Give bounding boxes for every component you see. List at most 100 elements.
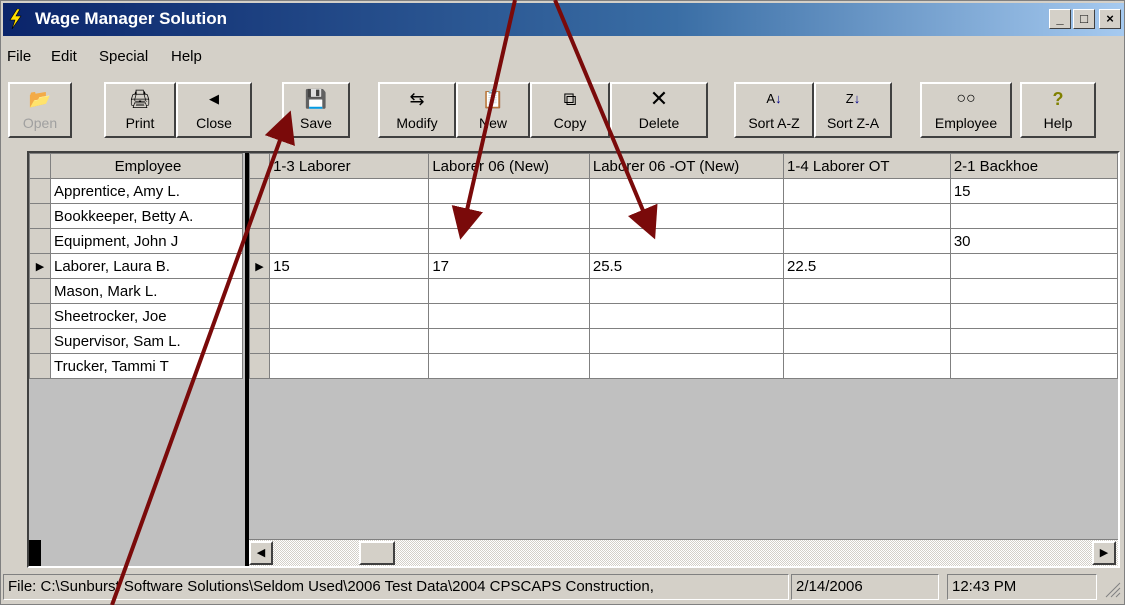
help-button[interactable]: ? Help: [1020, 82, 1096, 138]
menu-special[interactable]: Special: [99, 48, 148, 65]
row-selector[interactable]: [249, 303, 271, 329]
rate-cell[interactable]: [588, 203, 785, 229]
column-header[interactable]: 1-3 Laborer: [269, 153, 430, 179]
rate-cell[interactable]: [428, 203, 590, 229]
rate-cell[interactable]: [428, 228, 590, 254]
row-selector[interactable]: [29, 178, 51, 204]
column-header[interactable]: 1-4 Laborer OT: [783, 153, 951, 179]
row-selector[interactable]: [249, 353, 271, 379]
resize-grip-icon[interactable]: [1103, 580, 1121, 598]
employee-name-cell[interactable]: Equipment, John J: [50, 228, 243, 254]
rate-cell[interactable]: [783, 328, 951, 354]
copy-button[interactable]: ⧉ Copy: [530, 82, 610, 138]
sort-za-button[interactable]: Z↓ Sort Z-A: [814, 82, 892, 138]
rate-cell[interactable]: [269, 178, 430, 204]
rate-cell[interactable]: [269, 203, 430, 229]
open-button[interactable]: 📂 Open: [8, 82, 72, 138]
rate-cell[interactable]: [588, 328, 785, 354]
rate-cell[interactable]: [783, 303, 951, 329]
employee-name-cell[interactable]: Apprentice, Amy L.: [50, 178, 243, 204]
rate-cell[interactable]: [428, 178, 590, 204]
rate-cell[interactable]: [269, 353, 430, 379]
rate-cell[interactable]: [428, 278, 590, 304]
rate-cell[interactable]: [588, 303, 785, 329]
row-selector[interactable]: [29, 328, 51, 354]
employee-name-cell[interactable]: Sheetrocker, Joe: [50, 303, 243, 329]
scroll-thumb[interactable]: [359, 541, 395, 565]
rate-row[interactable]: [249, 203, 1118, 229]
row-selector[interactable]: [249, 203, 271, 229]
rate-cell[interactable]: [269, 278, 430, 304]
rate-cell[interactable]: [588, 278, 785, 304]
employee-row[interactable]: Trucker, Tammi T: [29, 353, 243, 379]
modify-button[interactable]: ⇆ Modify: [378, 82, 456, 138]
rate-row[interactable]: [249, 303, 1118, 329]
row-selector[interactable]: [29, 228, 51, 254]
employee-row[interactable]: ▶ Laborer, Laura B.: [29, 253, 243, 279]
scroll-left-button[interactable]: ◀: [249, 541, 273, 565]
employee-button[interactable]: ○○ Employee: [920, 82, 1012, 138]
employee-column-header[interactable]: Employee: [50, 153, 243, 179]
rate-cell[interactable]: 25.5: [588, 253, 785, 279]
employee-name-cell[interactable]: Laborer, Laura B.: [50, 253, 243, 279]
scroll-right-button[interactable]: ▶: [1092, 541, 1116, 565]
rate-cell[interactable]: [949, 303, 1118, 329]
rate-cell[interactable]: 15: [269, 253, 430, 279]
rate-cell[interactable]: [783, 203, 951, 229]
rate-cell[interactable]: [588, 353, 785, 379]
rate-row[interactable]: ▶ 15 17 25.5 22.5: [249, 253, 1118, 279]
menu-file[interactable]: File: [7, 48, 31, 65]
row-selector[interactable]: [249, 178, 271, 204]
row-selector[interactable]: [29, 203, 51, 229]
maximize-button[interactable]: □: [1073, 9, 1095, 29]
row-selector[interactable]: [29, 353, 51, 379]
employee-name-cell[interactable]: Mason, Mark L.: [50, 278, 243, 304]
rate-cell[interactable]: [949, 203, 1118, 229]
rate-cell[interactable]: 22.5: [783, 253, 951, 279]
rate-cell[interactable]: [783, 228, 951, 254]
rate-row[interactable]: [249, 353, 1118, 379]
rate-cell[interactable]: [588, 228, 785, 254]
column-header[interactable]: Laborer 06 -OT (New): [588, 153, 785, 179]
rate-cell[interactable]: [428, 328, 590, 354]
save-button[interactable]: 💾 Save: [282, 82, 350, 138]
close-window-button[interactable]: ×: [1099, 9, 1121, 29]
row-selector[interactable]: ▶: [249, 253, 271, 279]
column-header[interactable]: 2-1 Backhoe: [949, 153, 1118, 179]
rate-cell[interactable]: 17: [428, 253, 590, 279]
employee-row[interactable]: Mason, Mark L.: [29, 278, 243, 304]
rate-cell[interactable]: [428, 353, 590, 379]
horizontal-scrollbar[interactable]: ◀ ▶: [249, 540, 1118, 566]
rate-cell[interactable]: [428, 303, 590, 329]
close-button[interactable]: ◀ Close: [176, 82, 252, 138]
row-selector[interactable]: [249, 278, 271, 304]
rate-cell[interactable]: 30: [949, 228, 1118, 254]
new-button[interactable]: 📋 New: [456, 82, 530, 138]
print-button[interactable]: 🖨 Print: [104, 82, 176, 138]
rate-cell[interactable]: [588, 178, 785, 204]
rate-cell[interactable]: 15: [949, 178, 1118, 204]
rate-cell[interactable]: [949, 353, 1118, 379]
rate-cell[interactable]: [269, 328, 430, 354]
rate-cell[interactable]: [783, 353, 951, 379]
menu-help[interactable]: Help: [171, 48, 202, 65]
row-selector[interactable]: [29, 278, 51, 304]
rate-row[interactable]: [249, 328, 1118, 354]
employee-name-cell[interactable]: Trucker, Tammi T: [50, 353, 243, 379]
employee-name-cell[interactable]: Bookkeeper, Betty A.: [50, 203, 243, 229]
employee-row[interactable]: Bookkeeper, Betty A.: [29, 203, 243, 229]
row-selector[interactable]: [29, 303, 51, 329]
employee-row[interactable]: Supervisor, Sam L.: [29, 328, 243, 354]
employee-name-cell[interactable]: Supervisor, Sam L.: [50, 328, 243, 354]
row-selector[interactable]: ▶: [29, 253, 51, 279]
row-selector[interactable]: [249, 328, 271, 354]
sort-az-button[interactable]: A↓ Sort A-Z: [734, 82, 814, 138]
rate-cell[interactable]: [949, 328, 1118, 354]
minimize-button[interactable]: _: [1049, 9, 1071, 29]
rate-row[interactable]: 15: [249, 178, 1118, 204]
rate-cell[interactable]: [783, 178, 951, 204]
rate-row[interactable]: 30: [249, 228, 1118, 254]
delete-button[interactable]: ✕ Delete: [610, 82, 708, 138]
row-selector[interactable]: [249, 228, 271, 254]
column-header[interactable]: Laborer 06 (New): [428, 153, 590, 179]
